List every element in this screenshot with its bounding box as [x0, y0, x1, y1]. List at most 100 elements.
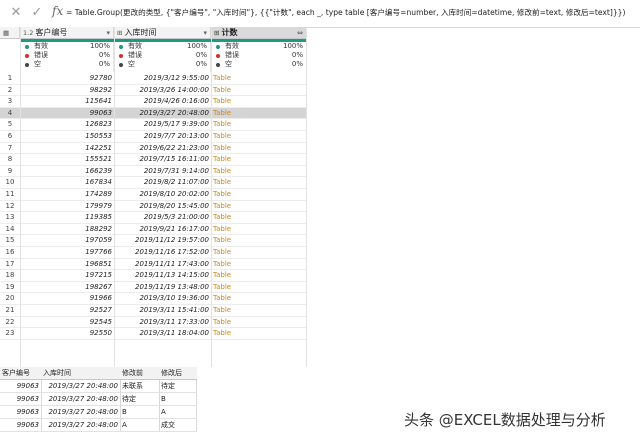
nested-table-cell: 99063 [16, 408, 39, 416]
nested-table-cell: A [161, 408, 166, 416]
table-row[interactable]: 3 115641 2019/4/26 0:16:00 Table [0, 96, 307, 108]
table-link-cell[interactable]: Table [211, 177, 307, 189]
table-row[interactable]: 4 99063 2019/3/27 20:48:00 Table [0, 107, 307, 120]
row-number: 8 [7, 155, 13, 164]
table-row[interactable]: 6 150553 2019/7/7 20:13:00 Table [0, 131, 307, 143]
table-link-cell[interactable]: Table [211, 293, 307, 305]
nested-column-header: 入库时间 [43, 369, 71, 377]
table-row[interactable]: 7 142251 2019/6/22 21:23:00 Table [0, 143, 307, 155]
quality-percent: 0% [291, 51, 303, 59]
row-number: 16 [5, 248, 15, 256]
number-type-icon[interactable]: 1.2 [23, 27, 33, 38]
table-row[interactable]: 14 188292 2019/9/21 16:17:00 Table [0, 224, 307, 236]
table-row[interactable]: 5 126823 2019/5/17 9:39:00 Table [0, 119, 307, 131]
table-row[interactable]: 12 179979 2019/8/20 15:45:00 Table [0, 201, 307, 213]
table-link-cell[interactable]: Table [211, 73, 307, 85]
table-link-cell[interactable]: Table [211, 270, 307, 282]
table-row[interactable]: 21 92527 2019/3/11 15:41:00 Table [0, 305, 307, 317]
table-link-cell[interactable]: Table [211, 166, 307, 178]
column-title: 计数 [221, 28, 238, 37]
customer-id-cell: 92527 [89, 306, 112, 314]
quality-line: 空 0% [211, 60, 306, 69]
table-row[interactable]: 1 92780 2019/3/12 9:55:00 Table [0, 73, 307, 85]
table-link-cell[interactable]: Table [211, 235, 307, 247]
row-number: 19 [5, 282, 15, 291]
table-link-cell[interactable]: Table [211, 224, 307, 236]
quality-percent: 100% [89, 42, 110, 50]
nested-table-cell: 成交 [161, 421, 175, 429]
filter-dropdown-icon[interactable]: ▾ [203, 27, 207, 38]
storage-time-cell: 2019/3/10 19:36:00 [139, 294, 209, 303]
nested-table-cell: 2019/3/27 20:48:00 [48, 421, 118, 429]
expand-column-icon[interactable]: ⇔ [297, 27, 303, 38]
table-link-cell[interactable]: Table [211, 119, 307, 131]
storage-time-cell: 2019/3/27 20:48:00 [139, 108, 209, 117]
column-divider [114, 27, 115, 367]
table-link-cell[interactable]: Table [211, 328, 307, 340]
table-row[interactable]: 2 98292 2019/3/26 14:00:00 Table [0, 85, 307, 97]
check-icon[interactable]: ✓ [29, 5, 45, 21]
nested-table-cell: 2019/3/27 20:48:00 [48, 395, 118, 403]
table-row[interactable]: 19 198267 2019/11/19 13:48:00 Table [0, 282, 307, 294]
quality-percent: 0% [291, 60, 303, 68]
table-row[interactable]: 22 92545 2019/3/11 17:33:00 Table [0, 317, 307, 329]
table-row[interactable]: 13 119385 2019/5/3 21:00:00 Table [0, 212, 307, 224]
storage-time-cell: 2019/9/21 16:17:00 [139, 224, 209, 233]
column-header-storage-time[interactable]: ⊞ 入库时间 ▾ [114, 27, 211, 39]
customer-id-cell: 197215 [85, 271, 112, 280]
customer-id-cell: 91966 [89, 294, 112, 303]
table-link-cell[interactable]: Table [211, 305, 307, 317]
datetime-type-icon[interactable]: ⊞ [117, 27, 122, 38]
table-link-cell[interactable]: Table [211, 143, 307, 155]
column-header-count[interactable]: ⊞ 计数 ⇔ [211, 27, 307, 39]
quality-line: 空 0% [20, 60, 113, 69]
storage-time-cell: 2019/11/12 19:57:00 [134, 236, 209, 245]
storage-time-cell: 2019/5/17 9:39:00 [143, 120, 209, 129]
table-row[interactable]: 15 197059 2019/11/12 19:57:00 Table [0, 235, 307, 247]
storage-time-cell: 2019/11/11 17:43:00 [134, 259, 209, 268]
quality-line: 有效 100% [20, 42, 113, 51]
quality-line: 空 0% [114, 60, 210, 69]
table-link-cell[interactable]: Table [211, 282, 307, 294]
table-type-icon[interactable]: ⊞ [214, 27, 219, 38]
quality-percent: 0% [98, 51, 110, 59]
table-link-cell[interactable]: Table [211, 317, 307, 329]
table-link-cell[interactable]: Table [211, 201, 307, 213]
storage-time-cell: 2019/8/10 20:02:00 [139, 190, 209, 198]
table-link-cell[interactable]: Table [211, 154, 307, 166]
quality-dot-icon [25, 45, 29, 49]
filter-dropdown-icon[interactable]: ▾ [106, 27, 110, 38]
table-menu-icon[interactable]: ▦ [0, 27, 20, 39]
table-link-cell[interactable]: Table [211, 259, 307, 271]
nested-table-row: 99063 2019/3/27 20:48:00 A 成交 [0, 419, 197, 432]
table-row[interactable]: 8 155521 2019/7/15 16:11:00 Table [0, 154, 307, 166]
nested-column-header: 修改前 [122, 369, 143, 377]
quality-dot-icon [216, 54, 220, 58]
nested-table-cell: B [161, 395, 166, 403]
nested-table-row: 99063 2019/3/27 20:48:00 未联系 待定 [0, 380, 197, 393]
close-icon[interactable]: ✕ [8, 5, 24, 21]
table-row[interactable]: 17 196851 2019/11/11 17:43:00 Table [0, 259, 307, 271]
column-quality-summary: 有效 100% 错误 0% 空 0% [211, 42, 307, 72]
formula-input[interactable]: = Table.Group(更改的类型, {"客户编号", "入库时间"}, {… [66, 3, 638, 23]
fx-icon[interactable]: fx [52, 4, 63, 18]
table-link-cell[interactable]: Table [211, 212, 307, 224]
table-row[interactable]: 9 166239 2019/7/31 9:14:00 Table [0, 166, 307, 178]
table-link-cell[interactable]: Table [211, 189, 307, 201]
table-link-cell[interactable]: Table [211, 96, 307, 108]
table-link-cell[interactable]: Table [211, 108, 307, 120]
storage-time-cell: 2019/8/20 15:45:00 [139, 201, 209, 210]
storage-time-cell: 2019/6/22 21:23:00 [139, 143, 209, 152]
table-row[interactable]: 23 92550 2019/3/11 18:04:00 Table [0, 328, 307, 340]
table-link-cell[interactable]: Table [211, 247, 307, 259]
table-row[interactable]: 11 174289 2019/8/10 20:02:00 Table [0, 189, 307, 201]
table-row[interactable]: 10 167834 2019/8/2 11:07:00 Table [0, 177, 307, 189]
table-link-cell[interactable]: Table [211, 131, 307, 143]
table-row[interactable]: 20 91966 2019/3/10 19:36:00 Table [0, 293, 307, 305]
table-link-cell[interactable]: Table [211, 85, 307, 97]
table-row[interactable]: 16 197766 2019/11/16 17:52:00 Table [0, 247, 307, 259]
column-header-customer-id[interactable]: 1.2 客户编号 ▾ [20, 27, 114, 39]
customer-id-cell: 99063 [89, 108, 112, 117]
row-number: 22 [5, 317, 15, 326]
table-row[interactable]: 18 197215 2019/11/13 14:15:00 Table [0, 270, 307, 282]
